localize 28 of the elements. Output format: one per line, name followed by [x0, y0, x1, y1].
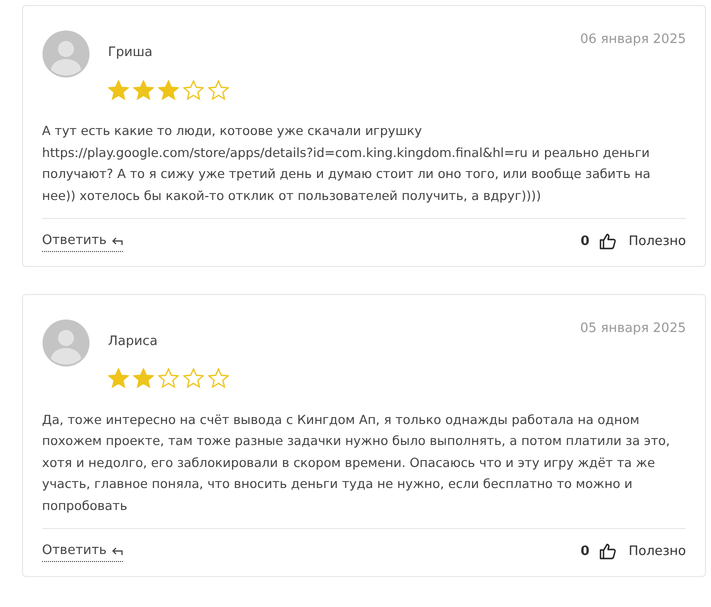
useful-label[interactable]: Полезно: [628, 542, 686, 561]
reply-arrow-icon: [110, 546, 123, 556]
empty-star-icon: [208, 80, 229, 100]
like-count: 0: [580, 542, 590, 560]
thumbs-up-icon[interactable]: [598, 542, 617, 560]
avatar-icon: [42, 318, 90, 366]
reply-link[interactable]: Ответить: [42, 541, 123, 562]
review-text: Да, тоже интересно на счёт вывода с Кингдом Ап, я только однажды работала на одном похожем проекте, там тоже разные задачки нужно было выполнять, а потом платили за это, хотя и недолго, его заблокировали в скором времени. Опасаюсь что и эту игру ждёт та же участь, главное поняла, что вносить деньги туда не нужно, если бесплатно то можно и попробовать: [42, 410, 671, 515]
reply-arrow-icon: [110, 236, 123, 246]
thumbs-up-icon[interactable]: [598, 232, 617, 250]
filled-star-icon: [108, 368, 129, 389]
author-name: Гриша: [108, 44, 154, 62]
filled-star-icon: [108, 80, 129, 100]
filled-star-icon: [133, 80, 154, 100]
like-count: 0: [580, 232, 590, 250]
empty-star-icon: [208, 368, 229, 389]
empty-star-icon: [183, 368, 204, 389]
review-text: А тут есть какие то люди, котоове уже скачали игрушку https://play.google.com/store/apps/details?id=com.king.kingdom.final&hl=ru и реально деньги получают? А то я сижу уже третий день и думаю стоит ли оно того, или вообще забить на нее)) хотелось бы какой-то отклик от пользователей получить, а вдруг)))): [42, 122, 652, 205]
reply-link[interactable]: Ответить: [42, 231, 123, 252]
review-date: 05 января 2025: [580, 320, 686, 338]
useful-label[interactable]: Полезно: [628, 232, 686, 251]
author-name: Лариса: [108, 332, 159, 350]
review-date: 06 января 2025: [580, 31, 686, 49]
avatar-icon: [42, 30, 90, 78]
empty-star-icon: [183, 80, 204, 100]
filled-star-icon: [133, 368, 154, 389]
empty-star-icon: [158, 368, 179, 389]
filled-star-icon: [158, 80, 179, 100]
